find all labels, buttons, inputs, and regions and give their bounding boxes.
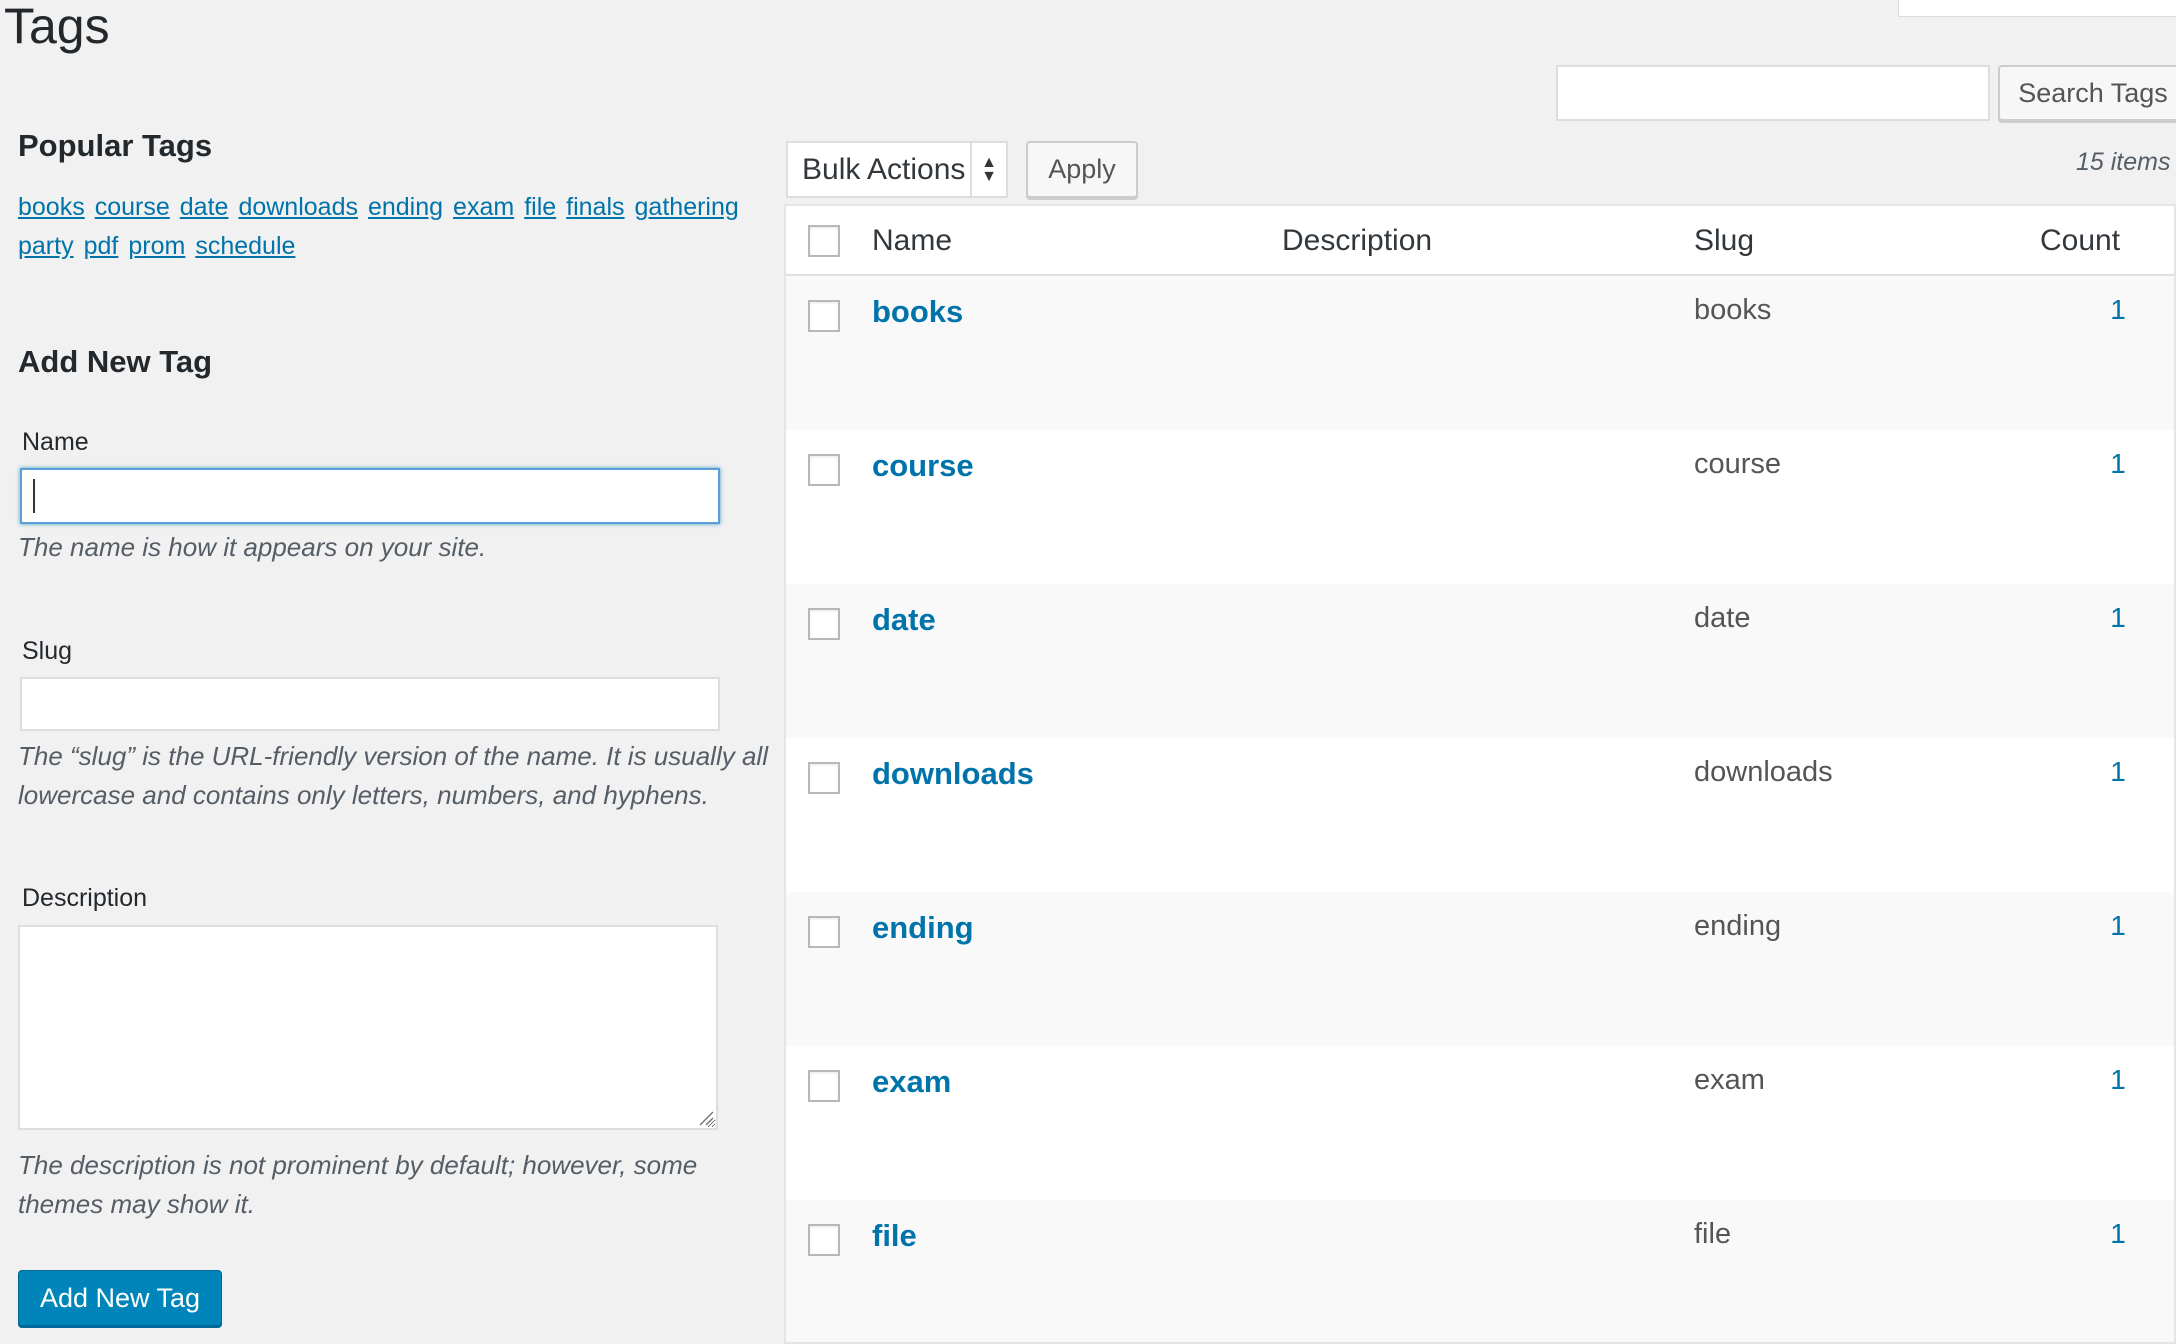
tag-link-gathering[interactable]: gathering — [635, 193, 739, 221]
name-input[interactable] — [20, 468, 720, 524]
tag-cloud: books course date downloads ending exam file fi… — [18, 188, 758, 266]
table-row: date date 1 — [786, 584, 2174, 738]
name-label: Name — [22, 428, 89, 456]
slug-help-text: The “slug” is the URL-friendly version o… — [18, 741, 768, 810]
name-help-text: The name is how it appears on your site. — [18, 532, 487, 562]
tag-link-schedule[interactable]: schedule — [195, 232, 295, 260]
tag-link-ending[interactable]: ending — [368, 193, 443, 221]
tag-link-course[interactable]: course — [95, 193, 170, 221]
search-tags-button[interactable]: Search Tags — [1998, 65, 2176, 121]
tag-count-link[interactable]: 1 — [2088, 910, 2148, 942]
tag-link-books[interactable]: books — [18, 193, 85, 221]
items-count: 15 items — [2076, 148, 2171, 176]
tag-count-link[interactable]: 1 — [2088, 294, 2148, 326]
description-label: Description — [22, 884, 148, 912]
tag-link-downloads[interactable]: downloads — [238, 193, 358, 221]
page-title: Tags — [4, 0, 110, 54]
select-all-checkbox[interactable] — [808, 225, 840, 257]
tag-slug: course — [1694, 448, 1782, 480]
apply-button[interactable]: Apply — [1026, 141, 1138, 198]
table-header: Name Description Slug Count — [786, 206, 2174, 276]
row-checkbox[interactable] — [808, 1224, 840, 1256]
column-header-count[interactable]: Count — [2040, 224, 2120, 258]
description-help-text: The description is not prominent by defa… — [18, 1150, 698, 1219]
tag-slug: exam — [1694, 1064, 1765, 1096]
tag-count-link[interactable]: 1 — [2088, 1064, 2148, 1096]
tag-name-link[interactable]: exam — [872, 1064, 951, 1100]
tag-link-pdf[interactable]: pdf — [84, 232, 119, 260]
table-row: ending ending 1 — [786, 892, 2174, 1046]
tag-slug: date — [1694, 602, 1751, 634]
row-checkbox[interactable] — [808, 916, 840, 948]
table-row: downloads downloads 1 — [786, 738, 2174, 892]
row-checkbox[interactable] — [808, 300, 840, 332]
tag-count-link[interactable]: 1 — [2088, 448, 2148, 480]
table-row: exam exam 1 — [786, 1046, 2174, 1200]
row-checkbox[interactable] — [808, 608, 840, 640]
add-new-tag-heading: Add New Tag — [18, 344, 213, 379]
table-row: file file 1 — [786, 1200, 2174, 1342]
tag-slug: books — [1694, 294, 1772, 326]
tag-name-link[interactable]: course — [872, 448, 974, 484]
slug-input[interactable] — [20, 677, 720, 731]
select-arrows-icon: ▲ ▼ — [970, 143, 1006, 196]
tag-slug: downloads — [1694, 756, 1833, 788]
tag-link-exam[interactable]: exam — [453, 193, 514, 221]
tag-name-link[interactable]: ending — [872, 910, 974, 946]
tag-link-file[interactable]: file — [524, 193, 556, 221]
tags-table: Name Description Slug Count books books … — [784, 204, 2176, 1344]
column-header-slug[interactable]: Slug — [1694, 224, 1754, 258]
resize-grip-icon[interactable] — [698, 1110, 714, 1126]
tag-count-link[interactable]: 1 — [2088, 602, 2148, 634]
tag-link-prom[interactable]: prom — [128, 232, 185, 260]
table-row: books books 1 — [786, 276, 2174, 430]
row-checkbox[interactable] — [808, 1070, 840, 1102]
tag-link-date[interactable]: date — [180, 193, 229, 221]
tag-count-link[interactable]: 1 — [2088, 756, 2148, 788]
row-checkbox[interactable] — [808, 454, 840, 486]
tag-name-link[interactable]: books — [872, 294, 963, 330]
row-checkbox[interactable] — [808, 762, 840, 794]
table-row: course course 1 — [786, 430, 2174, 584]
column-header-name[interactable]: Name — [872, 224, 952, 258]
tag-name-link[interactable]: downloads — [872, 756, 1034, 792]
tag-name-link[interactable]: file — [872, 1218, 917, 1254]
description-textarea[interactable] — [18, 925, 718, 1130]
add-new-tag-button[interactable]: Add New Tag — [18, 1270, 222, 1326]
tag-count-link[interactable]: 1 — [2088, 1218, 2148, 1250]
screen-options-tab[interactable] — [1898, 0, 2176, 17]
text-cursor — [33, 479, 35, 513]
tag-slug: file — [1694, 1218, 1732, 1250]
tag-link-party[interactable]: party — [18, 232, 74, 260]
tag-link-finals[interactable]: finals — [566, 193, 624, 221]
bulk-actions-select[interactable]: Bulk Actions ▲ ▼ — [786, 141, 1008, 198]
popular-tags-heading: Popular Tags — [18, 128, 213, 163]
column-header-description[interactable]: Description — [1282, 224, 1432, 258]
tag-slug: ending — [1694, 910, 1782, 942]
search-tags-input[interactable] — [1556, 65, 1990, 121]
slug-label: Slug — [22, 637, 73, 665]
tag-name-link[interactable]: date — [872, 602, 936, 638]
bulk-actions-value: Bulk Actions — [802, 152, 966, 186]
